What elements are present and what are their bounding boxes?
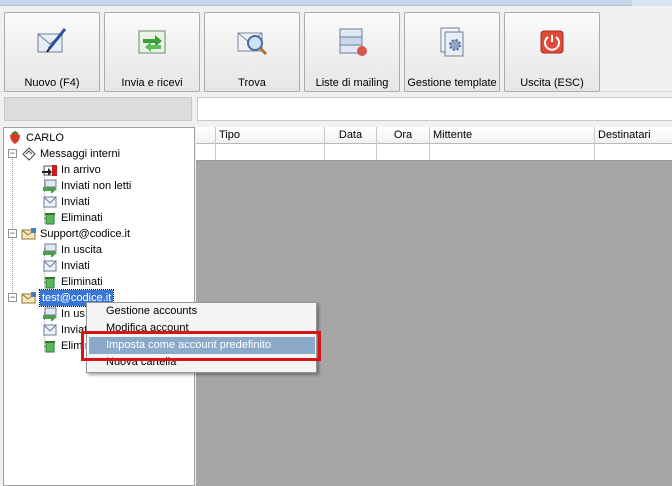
inbox-icon: [42, 163, 58, 177]
template-gear-icon: [435, 25, 469, 59]
table-cell: [325, 144, 377, 160]
tree-item-label: Inviati: [61, 260, 90, 272]
exit-button[interactable]: Uscita (ESC): [504, 12, 600, 92]
mail-account-icon: [21, 291, 37, 305]
table-cell: [196, 144, 216, 160]
template-manager-button[interactable]: Gestione template: [404, 12, 500, 92]
tree-item-label: In uscita: [61, 244, 102, 256]
sent-unread-icon: [42, 179, 58, 194]
table-cell: [377, 144, 430, 160]
outbox-icon: [42, 243, 58, 258]
table-cell: [216, 144, 325, 160]
highlight-annotation-box: [81, 331, 321, 361]
envelope-icon: [42, 195, 58, 209]
template-manager-label: Gestione template: [407, 77, 497, 89]
strawberry-icon: [7, 130, 23, 145]
envelope-icon: [42, 323, 58, 337]
tree-group-label: Support@codice.it: [40, 228, 131, 240]
mailing-list-icon: [335, 25, 369, 59]
power-icon: [535, 25, 569, 59]
tree-group-label: Messaggi interni: [40, 148, 121, 160]
grid-header: Tipo Data Ora Mittente Destinatari: [196, 127, 672, 144]
tree-item-label: Eliminati: [61, 276, 103, 288]
filter-field[interactable]: [197, 97, 672, 121]
column-header-indicator[interactable]: [196, 127, 216, 144]
column-header-type[interactable]: Tipo: [216, 127, 325, 144]
send-receive-icon: [135, 25, 169, 59]
mail-account-icon: [21, 227, 37, 241]
find-button[interactable]: Trova: [204, 12, 300, 92]
column-header-recipients[interactable]: Destinatari: [595, 127, 672, 144]
envelope-icon: [42, 259, 58, 273]
table-cell: [430, 144, 595, 160]
tree-item-label: Inviati non letti: [61, 180, 132, 192]
send-receive-button[interactable]: Invia e ricevi: [104, 12, 200, 92]
tree-line: [12, 152, 13, 300]
collapse-toggle[interactable]: −: [8, 293, 17, 302]
column-header-time[interactable]: Ora: [377, 127, 430, 144]
status-field-left: [4, 97, 192, 121]
new-message-button[interactable]: Nuovo (F4): [4, 12, 100, 92]
recycle-bin-icon: [42, 211, 58, 225]
outbox-icon: [42, 307, 58, 322]
menu-item-manage-accounts[interactable]: Gestione accounts: [89, 303, 315, 320]
find-label: Trova: [238, 77, 266, 89]
new-message-label: Nuovo (F4): [24, 77, 80, 89]
tree-root-label: CARLO: [26, 132, 64, 144]
send-receive-label: Invia e ricevi: [121, 77, 183, 89]
collapse-toggle[interactable]: −: [8, 149, 17, 158]
table-row[interactable]: [196, 144, 672, 161]
tree-item-label: In us: [61, 308, 85, 320]
recycle-bin-icon: [42, 275, 58, 289]
mailing-lists-button[interactable]: Liste di mailing: [304, 12, 400, 92]
pen-envelope-icon: [35, 25, 69, 59]
recycle-bin-icon: [42, 339, 58, 353]
exit-label: Uscita (ESC): [520, 77, 584, 89]
internal-messages-icon: [21, 147, 37, 161]
collapse-toggle[interactable]: −: [8, 229, 17, 238]
column-header-sender[interactable]: Mittente: [430, 127, 595, 144]
tree-item-label: In arrivo: [61, 164, 101, 176]
mailing-lists-label: Liste di mailing: [315, 77, 389, 89]
toolbar: Nuovo (F4) Invia e ricevi Trova Liste di…: [0, 6, 672, 92]
tree-item-label: Eliminati: [61, 212, 103, 224]
tree-item-label: Inviati: [61, 196, 90, 208]
magnifier-envelope-icon: [235, 25, 269, 59]
column-header-date[interactable]: Data: [325, 127, 377, 144]
